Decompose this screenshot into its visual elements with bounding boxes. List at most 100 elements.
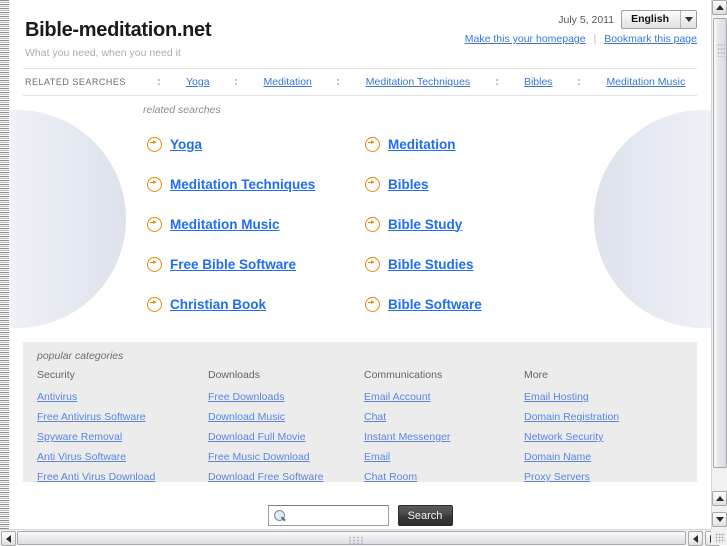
search-button[interactable]: Search [397,505,453,526]
arrow-circle-right-icon [147,296,162,312]
arrow-circle-right-icon [147,216,162,232]
page-title: Bible-meditation.net [25,19,212,41]
related-search-link: Bibles [388,176,429,192]
arrow-circle-right-icon [147,176,162,192]
related-search-link: Bible Software [388,296,482,312]
arrow-circle-right-icon [365,296,380,312]
navbar-items: Yoga Meditation Meditation Techniques Bi… [126,76,697,88]
related-search-item[interactable]: Meditation Music [147,204,365,244]
search-bar: Search [9,505,711,526]
decorative-circle-left [9,110,126,328]
navbar-caption: RELATED SEARCHES [25,77,126,87]
site-tagline: What you need, when you need it [25,47,181,59]
navbar-separator-dots [576,78,583,86]
navbar-separator-dots [233,78,240,86]
horizontal-scrollbar[interactable] [0,529,727,546]
navbar-separator-dots [494,78,501,86]
navbar-item-4[interactable]: Meditation Music [606,76,685,88]
header-utility-area: July 5, 2011 English Make this your home… [465,10,697,45]
popular-categories-panel: popular categories Security Antivirus Fr… [23,342,697,483]
arrow-circle-right-icon [365,216,380,232]
category-column-downloads: Downloads Free Downloads Download Music … [208,369,364,491]
category-link[interactable]: Email Account [364,391,431,404]
browser-viewport: Bible-meditation.net What you need, when… [0,0,711,529]
category-link[interactable]: Spyware Removal [37,431,122,444]
category-link[interactable]: Free Anti Virus Download [37,471,155,484]
category-link[interactable]: Chat [364,411,386,424]
scroll-down-arrow-icon [715,517,724,522]
popular-categories-columns: Security Antivirus Free Antivirus Softwa… [37,369,687,491]
navbar-separator-dots [335,78,342,86]
related-search-link: Meditation Music [170,216,280,232]
arrow-circle-right-icon [365,256,380,272]
scroll-down-button[interactable] [712,512,727,527]
related-search-item[interactable]: Meditation [365,124,567,164]
scroll-up-button[interactable] [712,0,727,15]
related-search-link: Meditation [388,136,456,152]
category-link[interactable]: Domain Name [524,451,591,464]
category-link[interactable]: Instant Messenger [364,431,450,444]
arrow-circle-right-icon [365,176,380,192]
related-search-item[interactable]: Free Bible Software [147,244,365,284]
related-search-item[interactable]: Bible Software [365,284,567,324]
related-searches-section: related searches Yoga Meditation Meditat… [9,96,711,332]
category-heading: Security [37,369,75,381]
related-search-item[interactable]: Christian Book [147,284,365,324]
navbar-item-1[interactable]: Meditation [263,76,311,88]
category-link[interactable]: Email [364,451,390,464]
horizontal-scrollbar-thumb[interactable] [17,531,686,545]
bookmark-page-link[interactable]: Bookmark this page [604,33,697,45]
related-searches-grid: Yoga Meditation Meditation Techniques Bi… [147,124,567,324]
category-link[interactable]: Anti Virus Software [37,451,126,464]
related-search-item[interactable]: Meditation Techniques [147,164,365,204]
category-link[interactable]: Proxy Servers [524,471,590,484]
category-column-more: More Email Hosting Domain Registration N… [524,369,687,491]
category-heading: More [524,369,548,381]
category-heading: Communications [364,369,443,381]
scroll-up-button-bottom[interactable] [712,491,727,506]
site-header: Bible-meditation.net What you need, when… [9,0,711,68]
related-search-link: Bible Study [388,216,463,232]
scroll-left-button-right[interactable] [688,531,703,546]
related-search-item[interactable]: Yoga [147,124,365,164]
related-search-item[interactable]: Bible Study [365,204,567,244]
related-search-link: Meditation Techniques [170,176,316,192]
header-top-row: July 5, 2011 English [465,10,697,29]
category-link[interactable]: Network Security [524,431,603,444]
category-link[interactable]: Domain Registration [524,411,619,424]
category-link[interactable]: Email Hosting [524,391,589,404]
language-select[interactable]: English [621,10,697,29]
page-content: Bible-meditation.net What you need, when… [9,0,711,529]
category-column-communications: Communications Email Account Chat Instan… [364,369,524,491]
scroll-left-button[interactable] [1,531,16,546]
arrow-circle-right-icon [147,136,162,152]
navbar-item-3[interactable]: Bibles [524,76,553,88]
current-date: July 5, 2011 [558,13,615,26]
category-link[interactable]: Download Music [208,411,285,424]
related-search-link: Free Bible Software [170,256,297,272]
category-link[interactable]: Download Free Software [208,471,324,484]
navbar-item-2[interactable]: Meditation Techniques [366,76,470,88]
related-search-item[interactable]: Bibles [365,164,567,204]
vertical-scrollbar[interactable] [711,0,727,529]
category-link[interactable]: Chat Room [364,471,417,484]
navbar-item-0[interactable]: Yoga [186,76,210,88]
category-link[interactable]: Antivirus [37,391,77,404]
related-searches-navbar: RELATED SEARCHES Yoga Meditation Meditat… [23,68,697,96]
brand-block: Bible-meditation.net What you need, when… [25,19,212,59]
scrollbar-grip [348,536,364,544]
category-heading: Downloads [208,369,260,381]
category-link[interactable]: Free Downloads [208,391,284,404]
search-input[interactable] [270,508,386,523]
related-search-item[interactable]: Bible Studies [365,244,567,284]
category-link[interactable]: Free Music Download [208,451,310,464]
chevron-down-icon [680,11,696,28]
resize-corner[interactable] [711,529,727,545]
vertical-scrollbar-thumb[interactable] [713,18,727,468]
category-link[interactable]: Download Full Movie [208,431,305,444]
category-link[interactable]: Free Antivirus Software [37,411,146,424]
category-column-security: Security Antivirus Free Antivirus Softwa… [37,369,208,491]
search-field-wrapper[interactable] [267,505,389,526]
make-homepage-link[interactable]: Make this your homepage [465,33,586,45]
arrow-circle-right-icon [365,136,380,152]
